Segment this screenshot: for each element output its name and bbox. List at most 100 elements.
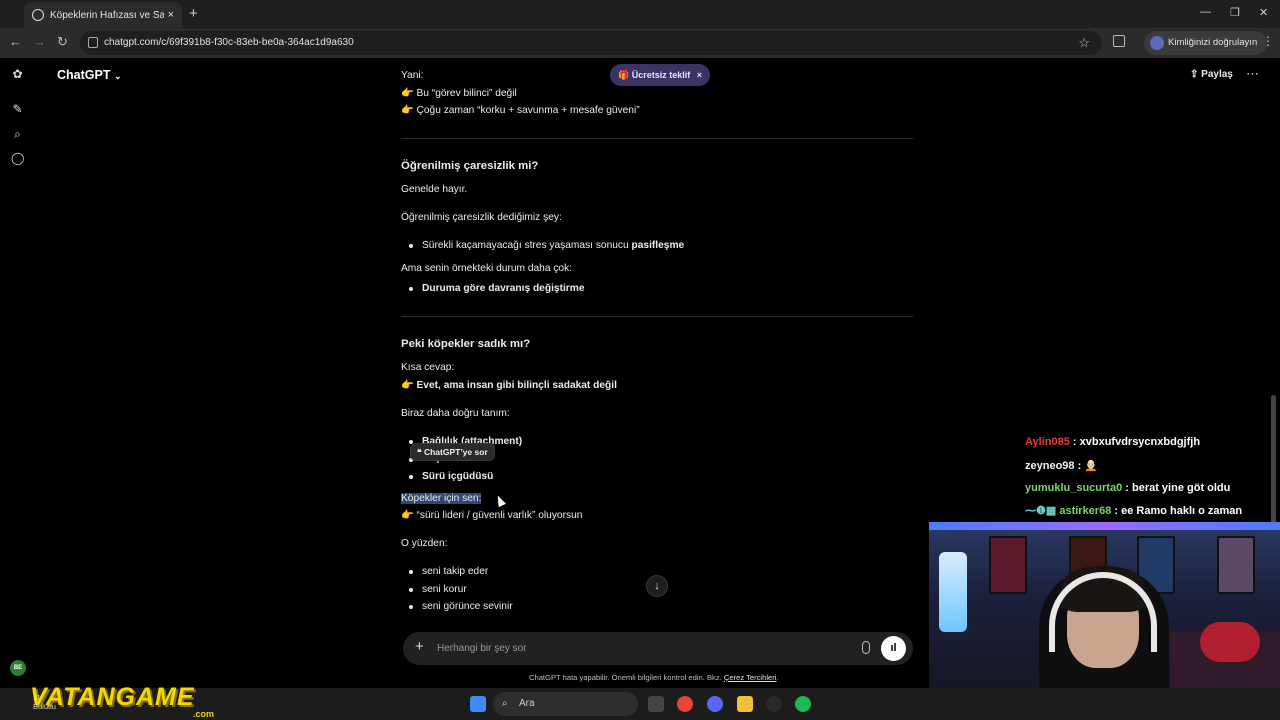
voice-mode-button[interactable]: ıl — [881, 636, 906, 661]
chat-username: astirker68 — [1059, 505, 1112, 517]
windows-start-icon[interactable] — [470, 696, 486, 712]
poster — [1217, 536, 1255, 594]
chat-text: : xvbxufvdrsycnxbdgjfjh — [1069, 436, 1201, 448]
gift-icon: 🎁 — [618, 70, 630, 80]
spotify-icon[interactable] — [795, 696, 811, 712]
new-tab-button[interactable]: + — [189, 5, 198, 22]
bullet-dot — [409, 244, 413, 248]
chrome-icon[interactable] — [677, 696, 693, 712]
list-item: Sürü içgüdüsü — [422, 471, 494, 482]
list-item: seni görünce sevinir — [422, 601, 513, 612]
prompt-composer: + ıl — [403, 632, 913, 665]
poster — [989, 536, 1027, 594]
text-yani: Yani: — [401, 70, 424, 81]
microphone-icon[interactable] — [862, 641, 870, 654]
user-avatar[interactable]: BE — [10, 660, 26, 676]
forward-arrow-icon[interactable]: → — [33, 34, 46, 49]
scroll-down-button[interactable]: ↓ — [646, 575, 668, 597]
text-short-answer: Kısa cevap: — [401, 362, 455, 373]
text-point-2: 👉 Çoğu zaman “korku + savunma + mesafe g… — [401, 105, 640, 116]
chat-message: yumuklu_sucurta0 : berat yine göt oldu — [1025, 482, 1230, 494]
text-answer: 👉 Evet, ama insan gibi bilinçli sadakat … — [401, 380, 617, 391]
chat-message: zeyneo98 : 🧑🏻‍🦲 — [1025, 459, 1098, 472]
disclaimer-end: . — [776, 673, 779, 682]
bullet-dot — [409, 570, 413, 574]
chats-icon[interactable]: ◯ — [11, 152, 24, 165]
quote-icon: ❝ — [417, 447, 422, 457]
bullet-dot — [409, 287, 413, 291]
heading-learned-helplessness: Öğrenilmiş çaresizlik mi? — [401, 160, 539, 172]
search-icon[interactable]: ⌕ — [11, 128, 24, 141]
chat-username: yumuklu_sucurta0 — [1025, 482, 1123, 494]
tab-close-icon[interactable]: × — [168, 9, 174, 21]
share-icon: ⇪ — [1190, 69, 1199, 80]
chat-badges-icon: ⁓❶▦ — [1025, 505, 1057, 517]
site-info-icon[interactable] — [88, 37, 98, 48]
weather-widget[interactable]: 11 Bulutlu — [33, 693, 56, 711]
list-item: Sürekli kaçamayacağı stres yaşaması sonu… — [422, 240, 684, 251]
browser-tab[interactable]: Köpeklerin Hafızası ve Sadakati × — [24, 2, 182, 28]
microphone-image — [939, 552, 967, 632]
bullet-dot — [409, 605, 413, 609]
brand-label: ChatGPT — [57, 68, 111, 82]
ask-chatgpt-popup[interactable]: ❝ ChatGPT’ye sor — [410, 443, 495, 461]
text-but-case: Ama senin örnekteki durum daha çok: — [401, 263, 573, 274]
more-options-icon[interactable]: ⋯ — [1246, 66, 1259, 82]
list-item: Duruma göre davranış değiştirme — [422, 283, 585, 294]
divider — [401, 138, 913, 139]
disclaimer-text: ChatGPT hata yapabilir. Önemli bilgileri… — [529, 673, 724, 682]
text-point-1: 👉 Bu “görev bilinci” değil — [401, 88, 517, 99]
divider — [401, 316, 913, 317]
reload-icon[interactable]: ↻ — [57, 34, 68, 50]
maximize-icon[interactable]: ❐ — [1230, 6, 1240, 19]
back-arrow-icon[interactable]: ← — [9, 34, 22, 49]
list-item-bold: pasifleşme — [631, 240, 685, 251]
bullet-dot — [409, 475, 413, 479]
chat-text: : ee Ramo haklı o zaman — [1111, 505, 1243, 517]
task-view-icon[interactable] — [648, 696, 664, 712]
list-item-text: Sürekli kaçamayacağı stres yaşaması sonu… — [422, 240, 632, 251]
promo-close-icon[interactable]: × — [697, 70, 702, 80]
chat-text: : 🧑🏻‍🦲 — [1074, 460, 1099, 472]
add-attachment-button[interactable]: + — [415, 638, 424, 655]
extensions-icon[interactable] — [1113, 35, 1125, 47]
url-field[interactable]: chatgpt.com/c/69f391b8-f30c-83eb-be0a-36… — [80, 31, 1102, 55]
minimize-icon[interactable]: — — [1200, 6, 1211, 18]
openai-logo-icon[interactable]: ✿ — [11, 68, 24, 81]
obs-icon[interactable] — [766, 696, 782, 712]
cookie-preferences-link[interactable]: Çerez Tercihleri — [724, 673, 777, 682]
text-pack-leader: 👉 “sürü lideri / güvenli varlık” oluyors… — [401, 510, 583, 521]
bullet-dot — [409, 588, 413, 592]
mouse-cursor-icon — [494, 493, 506, 508]
page-scrollbar[interactable] — [1271, 395, 1276, 525]
new-chat-icon[interactable]: ✎ — [11, 103, 24, 116]
close-window-icon[interactable]: ✕ — [1259, 6, 1268, 19]
bookmark-star-icon[interactable]: ☆ — [1078, 35, 1090, 51]
ask-chatgpt-label: ChatGPT’ye sor — [423, 447, 488, 457]
chat-message: ⁓❶▦ astirker68 : ee Ramo haklı o zaman — [1025, 504, 1242, 517]
discord-icon[interactable] — [707, 696, 723, 712]
free-offer-badge[interactable]: 🎁 Ücretsiz teklif × — [610, 64, 711, 86]
chatgpt-favicon-icon — [32, 9, 44, 21]
disclaimer: ChatGPT hata yapabilir. Önemli bilgileri… — [529, 673, 779, 682]
weather-text: Bulutlu — [33, 702, 56, 711]
text-generally-no: Genelde hayır. — [401, 184, 468, 195]
model-selector[interactable]: ChatGPT ⌄ — [57, 68, 122, 82]
text-therefore: O yüzden: — [401, 538, 448, 549]
plush — [1200, 622, 1260, 662]
file-explorer-icon[interactable] — [737, 696, 753, 712]
prompt-input[interactable] — [437, 639, 837, 657]
selected-text[interactable]: Köpekler için sen: — [401, 493, 482, 504]
browser-tab-bar: Köpeklerin Hafızası ve Sadakati × + — ❐ … — [0, 0, 1280, 28]
taskbar-search[interactable]: ⌕ Ara — [493, 692, 638, 716]
share-button[interactable]: ⇪ Paylaş — [1190, 69, 1233, 80]
sidebar-rail: ✿ ✎ ⌕ ◯ — [0, 58, 34, 720]
list-item: seni takip eder — [422, 566, 489, 577]
address-bar-row: ← → ↻ chatgpt.com/c/69f391b8-f30c-83eb-b… — [0, 28, 1280, 58]
list-item: seni korur — [422, 584, 467, 595]
taskbar-search-label: Ara — [519, 698, 535, 709]
verify-identity-button[interactable]: Kimliğinizi doğrulayın — [1144, 31, 1268, 55]
chevron-down-icon: ⌄ — [113, 71, 122, 81]
browser-menu-icon[interactable]: ⋮ — [1262, 34, 1274, 48]
chat-text: : berat yine göt oldu — [1122, 482, 1231, 494]
